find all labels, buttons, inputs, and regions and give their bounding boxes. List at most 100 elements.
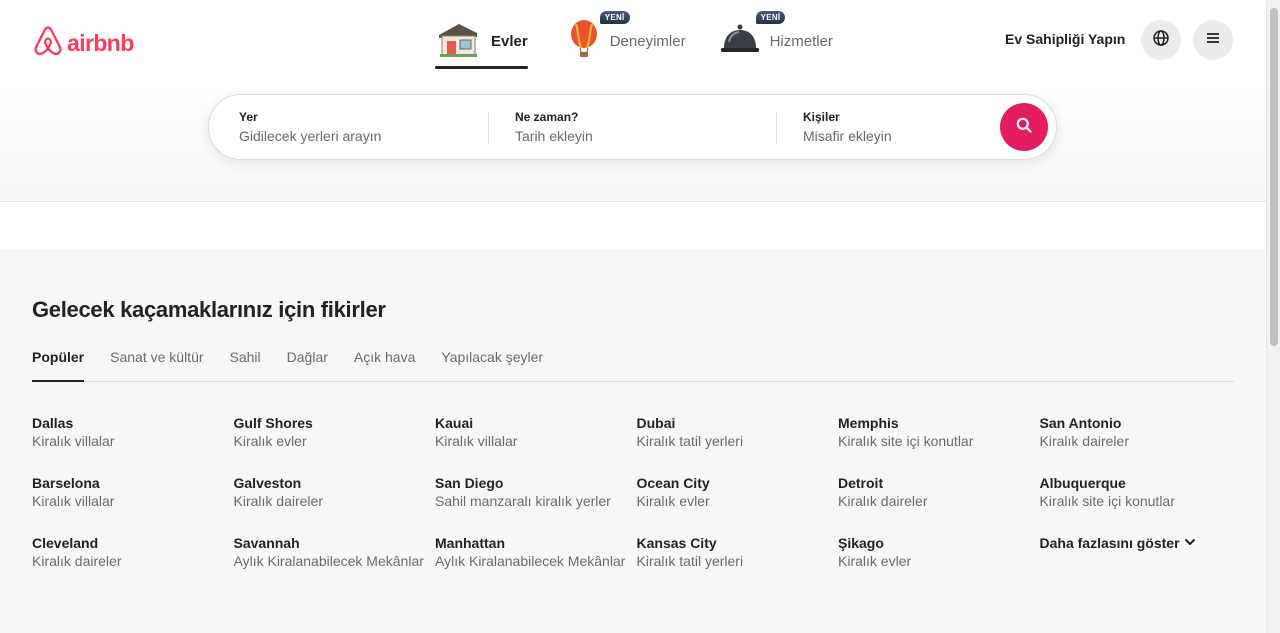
- destination-city: Ocean City: [636, 475, 710, 491]
- search-divider: [776, 112, 777, 144]
- destination-city: Savannah: [233, 535, 300, 551]
- destination-city: Dubai: [636, 415, 676, 431]
- destination-link[interactable]: Dallas Kiralık villalar: [32, 414, 234, 450]
- airbnb-logo-text: airbnb: [67, 29, 134, 56]
- destination-type: Kiralık site içi konutlar: [1039, 493, 1175, 509]
- destination-link[interactable]: Barselona Kiralık villalar: [32, 474, 234, 510]
- destination-city: Albuquerque: [1039, 475, 1126, 491]
- tab-hizmetler[interactable]: YENİ Hizmetler: [720, 11, 833, 66]
- destination-link[interactable]: San Diego Sahil manzaralı kiralık yerler: [435, 474, 637, 510]
- who-field[interactable]: Kişiler Misafir ekleyin: [803, 95, 993, 159]
- destination-link[interactable]: Galveston Kiralık daireler: [234, 474, 436, 510]
- globe-icon: [1153, 29, 1169, 51]
- tab-sahil[interactable]: Sahil: [230, 345, 261, 381]
- destination-type: Kiralık villalar: [32, 433, 115, 449]
- hot-air-balloon-icon: [568, 19, 600, 64]
- menu-icon: [1205, 30, 1221, 51]
- page-scrollbar[interactable]: [1266, 0, 1280, 633]
- destination-link[interactable]: Şikago Kiralık evler: [838, 534, 1040, 570]
- tab-yapilacak-seyler[interactable]: Yapılacak şeyler: [441, 345, 543, 381]
- become-host-link[interactable]: Ev Sahipliği Yapın: [1005, 31, 1125, 47]
- destination-type: Aylık Kiralanabilecek Mekânlar: [435, 553, 626, 569]
- destination-link[interactable]: Detroit Kiralık daireler: [838, 474, 1040, 510]
- destination-link[interactable]: Savannah Aylık Kiralanabilecek Mekânlar: [234, 534, 436, 570]
- language-button[interactable]: [1141, 20, 1181, 60]
- destination-link[interactable]: San Antonio Kiralık daireler: [1040, 414, 1242, 450]
- service-bell-icon: [720, 22, 760, 61]
- header: airbnb Evler YENİ Deneyimler YENİ Hizmet…: [0, 0, 1266, 202]
- destination-city: Gulf Shores: [233, 415, 313, 431]
- destination-type: Aylık Kiralanabilecek Mekânlar: [233, 553, 424, 569]
- tab-acik-hava[interactable]: Açık hava: [354, 345, 415, 381]
- where-placeholder: Gidilecek yerleri arayın: [239, 128, 382, 144]
- airbnb-logo[interactable]: airbnb: [32, 24, 134, 62]
- inspiration-tabs: Popüler Sanat ve kültür Sahil Dağlar Açı…: [32, 345, 1234, 382]
- where-title: Yer: [239, 110, 258, 124]
- tab-sanat-ve-kultur[interactable]: Sanat ve kültür: [110, 345, 203, 381]
- tab-label: Evler: [491, 32, 528, 50]
- destination-link[interactable]: Cleveland Kiralık daireler: [32, 534, 234, 570]
- main-nav-tabs: Evler YENİ Deneyimler YENİ Hizmetler: [435, 11, 833, 70]
- inspiration-section: Gelecek kaçamaklarınız için fikirler Pop…: [0, 249, 1266, 633]
- destination-link[interactable]: Gulf Shores Kiralık evler: [234, 414, 436, 450]
- search-button[interactable]: [1000, 103, 1048, 151]
- destination-type: Sahil manzaralı kiralık yerler: [435, 493, 611, 509]
- tab-label: Hizmetler: [769, 32, 833, 50]
- destination-type: Kiralık evler: [838, 553, 912, 569]
- airbnb-logo-icon: [32, 24, 64, 62]
- tab-deneyimler[interactable]: YENİ Deneyimler: [568, 11, 686, 66]
- destination-city: San Antonio: [1039, 415, 1122, 431]
- main-menu-button[interactable]: [1193, 20, 1233, 60]
- destination-city: Kauai: [435, 415, 474, 431]
- where-field[interactable]: Yer Gidilecek yerleri arayın: [239, 95, 484, 159]
- destination-type: Kiralık site içi konutlar: [838, 433, 974, 449]
- destinations-grid: Dallas Kiralık villalar Gulf Shores Kiralı…: [32, 414, 1242, 570]
- destination-city: Memphis: [838, 415, 899, 431]
- search-icon: [1016, 117, 1032, 138]
- scrollbar-thumb[interactable]: [1270, 8, 1278, 346]
- destination-city: Manhattan: [435, 535, 505, 551]
- search-bar: Yer Gidilecek yerleri arayın Ne zaman? T…: [208, 94, 1057, 160]
- destination-link[interactable]: Dubai Kiralık tatil yerleri: [637, 414, 839, 450]
- destination-link[interactable]: Albuquerque Kiralık site içi konutlar: [1040, 474, 1242, 510]
- destination-type: Kiralık evler: [636, 493, 710, 509]
- destination-link[interactable]: Memphis Kiralık site içi konutlar: [838, 414, 1040, 450]
- destination-link[interactable]: Ocean City Kiralık evler: [637, 474, 839, 510]
- destination-type: Kiralık villalar: [435, 433, 518, 449]
- chevron-down-icon: [1184, 535, 1196, 551]
- destination-type: Kiralık tatil yerleri: [636, 553, 744, 569]
- destination-city: Kansas City: [636, 535, 717, 551]
- destination-link[interactable]: Kauai Kiralık villalar: [435, 414, 637, 450]
- tab-daglar[interactable]: Dağlar: [287, 345, 328, 381]
- when-title: Ne zaman?: [515, 110, 579, 124]
- destination-type: Kiralık daireler: [32, 553, 122, 569]
- destination-city: San Diego: [435, 475, 504, 491]
- when-placeholder: Tarih ekleyin: [515, 128, 593, 144]
- house-icon: [435, 19, 481, 64]
- destination-city: Galveston: [233, 475, 302, 491]
- destination-type: Kiralık daireler: [838, 493, 928, 509]
- who-title: Kişiler: [803, 110, 840, 124]
- destination-city: Cleveland: [32, 535, 99, 551]
- destination-city: Dallas: [32, 415, 74, 431]
- destination-type: Kiralık daireler: [233, 493, 323, 509]
- tab-evler[interactable]: Evler: [435, 16, 528, 69]
- tab-label: Deneyimler: [609, 32, 686, 50]
- destination-type: Kiralık daireler: [1039, 433, 1129, 449]
- destination-type: Kiralık villalar: [32, 493, 115, 509]
- destination-city: Şikago: [838, 535, 884, 551]
- destination-city: Detroit: [838, 475, 884, 491]
- tab-populer[interactable]: Popüler: [32, 345, 85, 382]
- show-more-label: Daha fazlasını göster: [1039, 535, 1180, 551]
- destination-link[interactable]: Manhattan Aylık Kiralanabilecek Mekânlar: [435, 534, 637, 570]
- when-field[interactable]: Ne zaman? Tarih ekleyin: [515, 95, 765, 159]
- new-badge: YENİ: [755, 11, 786, 24]
- inspiration-heading: Gelecek kaçamaklarınız için fikirler: [32, 297, 386, 322]
- who-placeholder: Misafir ekleyin: [803, 128, 892, 144]
- destination-link[interactable]: Kansas City Kiralık tatil yerleri: [637, 534, 839, 570]
- new-badge: YENİ: [599, 11, 630, 24]
- show-more-button[interactable]: Daha fazlasını göster: [1040, 534, 1242, 552]
- destination-type: Kiralık evler: [233, 433, 307, 449]
- search-divider: [488, 112, 489, 144]
- destination-type: Kiralık tatil yerleri: [636, 433, 744, 449]
